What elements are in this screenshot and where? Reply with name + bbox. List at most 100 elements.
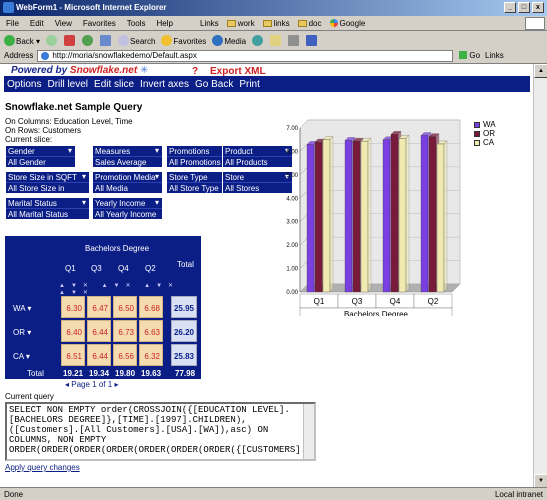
refresh-button[interactable]	[82, 34, 94, 46]
print-button[interactable]	[288, 34, 300, 46]
scroll-down-icon[interactable]: ▼	[534, 474, 547, 488]
main-nav: Options Drill level Edit slice Invert ax…	[4, 76, 530, 92]
edit-button[interactable]	[306, 34, 318, 46]
bar-ca-q4	[398, 138, 407, 293]
cell-or-q4: 6.73	[113, 320, 137, 342]
bar-or-q2	[428, 136, 437, 293]
row-header-ca[interactable]: CA ▾	[13, 352, 30, 361]
row-header-or[interactable]: OR ▾	[13, 328, 31, 337]
bar-or-q3	[352, 140, 361, 293]
nav-options[interactable]: Options	[7, 79, 41, 90]
pager: ◂ Page 1 of 1 ▸	[65, 380, 119, 389]
slicer-gender[interactable]: GenderAll Gender	[5, 145, 76, 168]
cell-ca-q4: 6.56	[113, 344, 137, 366]
status-text: Done	[4, 490, 24, 499]
textarea-scrollbar[interactable]	[303, 404, 314, 459]
link-links[interactable]: links	[262, 19, 290, 28]
current-query-label: Current query	[5, 392, 54, 401]
maximize-button[interactable]: □	[518, 2, 530, 13]
y-tick-label: 6.00	[286, 149, 298, 155]
menu-help[interactable]: Help	[156, 19, 172, 28]
x-tick-q1: Q1	[314, 297, 325, 306]
stop-button[interactable]	[64, 34, 76, 46]
y-tick-label: 4.00	[286, 196, 298, 202]
mail-icon	[270, 34, 282, 46]
y-tick-label: 2.00	[286, 243, 298, 249]
address-links[interactable]: Links	[485, 51, 504, 60]
mdx-query-textarea[interactable]: SELECT NON EMPTY order(CROSSJOIN({[EDUCA…	[5, 402, 316, 461]
row-header-wa[interactable]: WA ▾	[13, 304, 31, 313]
y-tick-label: 5.00	[286, 173, 298, 179]
cell-or-q2: 6.63	[139, 320, 163, 342]
nav-print[interactable]: Print	[239, 79, 260, 90]
history-button[interactable]	[252, 34, 264, 46]
menu-tools[interactable]: Tools	[127, 19, 146, 28]
pager-next-icon[interactable]: ▸	[114, 380, 118, 389]
windows-logo-icon	[525, 17, 545, 30]
sort-arrows-row[interactable]: ▲▼✕ ▲▼✕ ▲▼✕ ▲▼✕	[59, 282, 201, 296]
slicer-promotion-media[interactable]: Promotion MediaAll Media	[92, 171, 163, 194]
nav-invert-axes[interactable]: Invert axes	[140, 79, 189, 90]
star-icon	[161, 34, 173, 46]
link-doc[interactable]: doc	[297, 19, 322, 28]
col-header-q3[interactable]: Q3	[91, 264, 102, 273]
col-header-q1[interactable]: Q1	[65, 264, 76, 273]
slicer-store-size[interactable]: Store Size in SQFTAll Store Size in SQFT	[5, 171, 90, 202]
col-group-header[interactable]: Bachelors Degree	[85, 244, 149, 253]
apply-query-link[interactable]: Apply query changes	[5, 463, 80, 472]
link-google[interactable]: Google	[329, 19, 365, 28]
total-q2: 19.63	[141, 369, 162, 378]
stop-icon	[64, 34, 76, 46]
bar-side-ca-q1	[329, 136, 334, 293]
back-button[interactable]: Back ▾	[4, 34, 40, 46]
nav-go-back[interactable]: Go Back	[195, 79, 233, 90]
page-scrollbar[interactable]: ▲ ▼	[533, 64, 547, 488]
total-q3: 19.34	[89, 369, 110, 378]
slicer-measures[interactable]: MeasuresSales Average	[92, 145, 163, 168]
x-tick-q2: Q2	[428, 297, 439, 306]
search-button[interactable]: Search	[118, 34, 155, 46]
edit-icon	[306, 34, 318, 46]
go-button[interactable]: Go	[459, 51, 480, 60]
nav-edit-slice[interactable]: Edit slice	[94, 79, 134, 90]
address-bar: Address http://moria/snowflakedemo/Defau…	[0, 48, 547, 63]
x-tick-q3: Q3	[352, 297, 363, 306]
bar-wa-q1	[306, 144, 315, 293]
query-columns: On Columns: Education Level, Time	[5, 117, 133, 126]
favorites-button[interactable]: Favorites	[161, 34, 206, 46]
query-rows: On Rows: Customers	[5, 126, 82, 135]
bar-or-q1	[314, 141, 323, 293]
col-header-q2[interactable]: Q2	[145, 264, 156, 273]
page-content: Powered by Snowflake.net ✳ ? Export XML …	[0, 63, 547, 488]
x-axis-label: Bachelors Degree	[344, 310, 409, 316]
powered-by: Powered by Snowflake.net ✳	[11, 65, 149, 76]
home-icon	[100, 34, 112, 46]
close-button[interactable]: x	[532, 2, 544, 13]
bar-ca-q1	[322, 139, 331, 293]
media-button[interactable]: Media	[212, 34, 246, 46]
mail-button[interactable]	[270, 34, 282, 46]
link-work[interactable]: work	[226, 19, 255, 28]
menu-view[interactable]: View	[55, 19, 72, 28]
slicer-yearly-income[interactable]: Yearly IncomeAll Yearly Income	[92, 197, 163, 220]
zone-label: Local intranet	[494, 490, 543, 499]
slicer-marital-status[interactable]: Marital StatusAll Marital Status	[5, 197, 90, 220]
home-button[interactable]	[100, 34, 112, 46]
bar-ca-q3	[360, 140, 369, 293]
menu-edit[interactable]: Edit	[30, 19, 44, 28]
back-arrow-icon	[4, 34, 15, 46]
address-input[interactable]: http://moria/snowflakedemo/Default.aspx	[37, 49, 454, 62]
scroll-up-icon[interactable]: ▲	[534, 64, 547, 78]
snowflake-brand[interactable]: Snowflake.net	[70, 65, 137, 76]
col-header-q4[interactable]: Q4	[118, 264, 129, 273]
cell-wa-total: 25.95	[171, 296, 197, 318]
y-tick-label: 7.00	[286, 126, 298, 132]
nav-drill-level[interactable]: Drill level	[47, 79, 88, 90]
menu-file[interactable]: File	[6, 19, 19, 28]
menu-favorites[interactable]: Favorites	[83, 19, 116, 28]
links-label: Links	[200, 19, 219, 28]
minimize-button[interactable]: _	[504, 2, 516, 13]
media-icon	[212, 34, 224, 46]
forward-button[interactable]	[46, 34, 58, 46]
pager-prev-icon[interactable]: ◂	[65, 380, 69, 389]
